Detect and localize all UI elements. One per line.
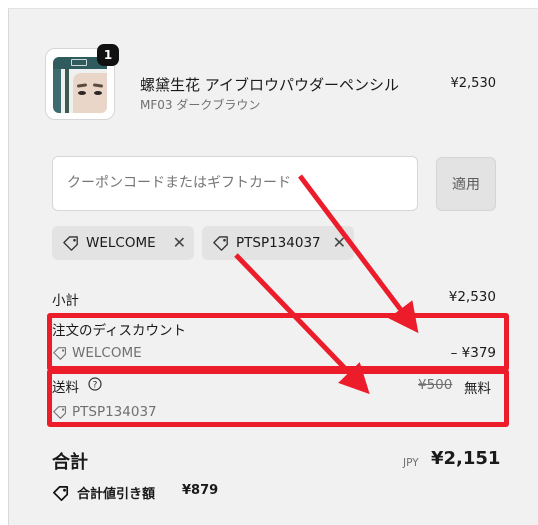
- arrow-to-discount: [298, 174, 419, 334]
- annotation-arrows: [234, 174, 419, 395]
- arrow-to-shipping: [234, 253, 370, 395]
